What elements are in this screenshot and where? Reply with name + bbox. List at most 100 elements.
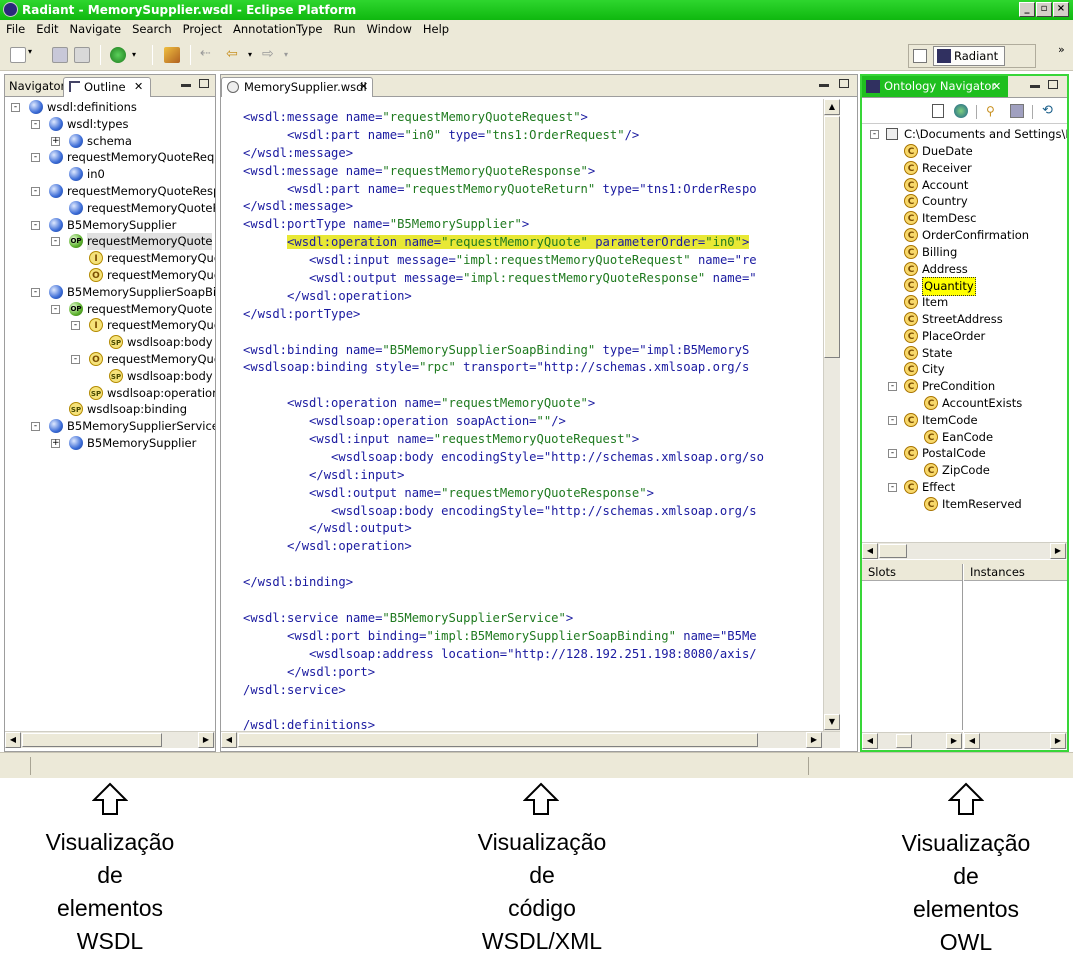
- collapse-icon[interactable]: -: [888, 382, 897, 392]
- maximize-ontology-icon[interactable]: [1048, 80, 1058, 89]
- owl-class-icon: C: [904, 194, 918, 209]
- menu-run[interactable]: Run: [327, 20, 360, 39]
- collapse-icon[interactable]: -: [31, 220, 40, 230]
- toolbar-overflow-icon[interactable]: »: [1058, 43, 1073, 59]
- code-line: <wsdl:portType name="B5MemorySupplier">: [243, 217, 530, 232]
- menu-project[interactable]: Project: [177, 20, 227, 39]
- collapse-icon[interactable]: -: [31, 119, 40, 129]
- tab-memorysupplier-wsdl[interactable]: MemorySupplier.wsdl ✕: [221, 77, 373, 97]
- collapse-icon[interactable]: -: [888, 415, 897, 425]
- back-icon[interactable]: ⇦: [226, 47, 242, 63]
- menu-edit[interactable]: Edit: [30, 20, 63, 39]
- slots-hscroll-thumb[interactable]: [896, 734, 912, 748]
- run-icon[interactable]: [110, 47, 126, 63]
- instances-header[interactable]: Instances: [964, 564, 1067, 581]
- run-dropdown-icon[interactable]: ▾: [132, 47, 140, 63]
- scroll-right-icon[interactable]: ▶: [198, 732, 214, 748]
- collapse-icon[interactable]: -: [71, 355, 80, 364]
- outline-hscrollbar[interactable]: ◀ ▶: [5, 731, 215, 748]
- back-dropdown-icon[interactable]: ▾: [248, 47, 256, 63]
- annotate-icon[interactable]: ⚲: [986, 104, 1000, 118]
- ontology-hscroll-thumb[interactable]: [879, 544, 907, 558]
- menu-search[interactable]: Search: [126, 20, 177, 39]
- expand-icon[interactable]: +: [51, 136, 60, 146]
- collapse-icon[interactable]: -: [51, 237, 60, 247]
- minimize-view-icon[interactable]: [181, 84, 191, 87]
- xml-code-area[interactable]: <wsdl:message name="requestMemoryQuoteRe…: [243, 109, 821, 731]
- scroll-left-icon[interactable]: ◀: [5, 732, 21, 748]
- close-editor-icon[interactable]: ✕: [359, 78, 368, 96]
- outline-item-label: B5MemorySupplierService: [67, 419, 215, 434]
- new-dropdown-icon[interactable]: ▾: [28, 47, 36, 63]
- menu-annotationtype[interactable]: AnnotationType: [227, 20, 327, 39]
- new-icon[interactable]: [10, 47, 26, 63]
- owl-class-icon: C: [904, 244, 918, 259]
- back-history-icon[interactable]: ⇠: [200, 47, 216, 63]
- scroll-right-icon[interactable]: ▶: [806, 732, 822, 748]
- collapse-icon[interactable]: -: [31, 422, 40, 432]
- collapse-icon[interactable]: -: [11, 103, 20, 112]
- tab-ontology-navigator[interactable]: Ontology Navigator ✕: [862, 76, 1008, 97]
- open-ontology-icon[interactable]: [954, 104, 968, 118]
- menu-file[interactable]: File: [0, 20, 30, 39]
- collapse-icon[interactable]: -: [888, 449, 897, 459]
- editor-hscrollbar[interactable]: ◀ ▶: [221, 731, 840, 748]
- print-icon[interactable]: [74, 47, 90, 63]
- menu-help[interactable]: Help: [417, 20, 454, 39]
- forward-icon[interactable]: ⇨: [262, 47, 278, 63]
- close-button[interactable]: ×: [1053, 2, 1069, 17]
- toolbar-separator: [152, 45, 153, 65]
- minimize-editor-icon[interactable]: [819, 84, 829, 87]
- maximize-button[interactable]: ▫: [1036, 2, 1052, 17]
- new-ontology-icon[interactable]: [932, 104, 944, 118]
- scroll-thumb[interactable]: [22, 733, 162, 747]
- scroll-left-icon[interactable]: ◀: [221, 732, 237, 748]
- sync-icon[interactable]: ⟲: [1042, 104, 1056, 118]
- tab-outline[interactable]: Outline ✕: [63, 77, 151, 97]
- collapse-icon[interactable]: -: [51, 304, 60, 314]
- scroll-up-icon[interactable]: ▲: [824, 99, 840, 115]
- expand-icon[interactable]: +: [51, 439, 60, 448]
- radiant-perspective-button[interactable]: Radiant: [933, 46, 1005, 66]
- scroll-right-icon[interactable]: ▶: [946, 733, 962, 749]
- forward-dropdown-icon[interactable]: ▾: [284, 47, 292, 63]
- close-ontology-icon[interactable]: ✕: [992, 76, 1001, 97]
- code-line: </wsdl:portType>: [243, 306, 361, 321]
- editor-vscrollbar[interactable]: ▲ ▼: [823, 99, 840, 731]
- scroll-right-icon[interactable]: ▶: [1050, 733, 1066, 749]
- slots-hscrollbar[interactable]: ◀ ▶: [862, 732, 963, 749]
- slots-header[interactable]: Slots: [862, 564, 962, 581]
- window-titlebar: Radiant - MemorySupplier.wsdl - Eclipse …: [0, 0, 1073, 20]
- collapse-icon[interactable]: -: [888, 483, 897, 492]
- collapse-icon[interactable]: -: [870, 130, 879, 139]
- scroll-left-icon[interactable]: ◀: [862, 543, 878, 559]
- tab-navigator[interactable]: Navigator: [5, 77, 65, 97]
- collapse-icon[interactable]: -: [31, 287, 40, 297]
- collapse-icon[interactable]: -: [31, 187, 40, 196]
- menu-window[interactable]: Window: [361, 20, 417, 39]
- maximize-editor-icon[interactable]: [839, 79, 849, 88]
- open-perspective-icon[interactable]: [913, 49, 927, 63]
- instances-hscrollbar[interactable]: ◀ ▶: [964, 732, 1067, 749]
- scroll-left-icon[interactable]: ◀: [862, 733, 878, 749]
- close-outline-icon[interactable]: ✕: [134, 78, 143, 96]
- editor-vscroll-thumb[interactable]: [824, 116, 840, 358]
- scroll-right-icon[interactable]: ▶: [1050, 543, 1066, 559]
- save-icon[interactable]: [52, 47, 68, 63]
- scroll-down-icon[interactable]: ▼: [824, 714, 840, 730]
- maximize-view-icon[interactable]: [199, 79, 209, 88]
- scroll-left-icon[interactable]: ◀: [964, 733, 980, 749]
- outline-item-label: requestMemoryQuoteResponse: [67, 184, 215, 198]
- open-type-icon[interactable]: [164, 47, 180, 63]
- collapse-icon[interactable]: -: [31, 153, 40, 163]
- save-ontology-icon[interactable]: [1010, 104, 1024, 118]
- minimize-button[interactable]: _: [1019, 2, 1035, 17]
- minimize-ontology-icon[interactable]: [1030, 85, 1040, 88]
- editor-hscroll-thumb[interactable]: [238, 733, 758, 747]
- code-line: </wsdl:operation>: [243, 288, 412, 303]
- perspective-switcher: Radiant: [908, 44, 1036, 68]
- ontology-hscrollbar[interactable]: ◀ ▶: [862, 542, 1067, 559]
- menu-navigate[interactable]: Navigate: [64, 20, 127, 39]
- collapse-icon[interactable]: -: [71, 321, 80, 331]
